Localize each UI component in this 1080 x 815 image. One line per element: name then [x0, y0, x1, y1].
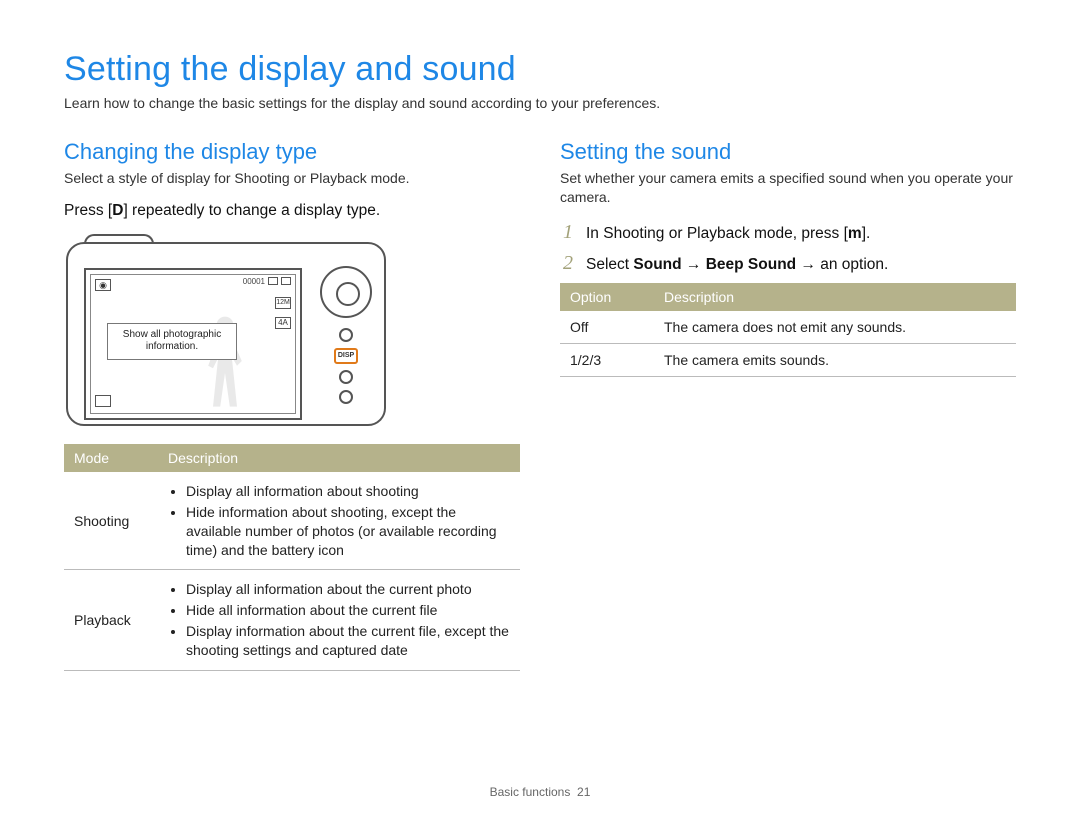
- camera-counter: 00001: [243, 277, 265, 286]
- camera-body: ◉ 00001 12M 4A: [66, 242, 386, 426]
- step-key: m: [848, 225, 862, 242]
- left-column: Changing the display type Select a style…: [64, 139, 520, 671]
- cell-option: Off: [560, 311, 654, 344]
- content-columns: Changing the display type Select a style…: [64, 139, 1016, 671]
- camera-buttons: DISP: [320, 328, 372, 424]
- footer-section: Basic functions: [490, 785, 571, 799]
- cell-desc: Display all information about the curren…: [158, 570, 520, 671]
- section-desc-sound: Set whether your camera emits a specifie…: [560, 169, 1016, 207]
- header-mode: Mode: [64, 444, 158, 472]
- flash-badge: 4A: [275, 317, 291, 329]
- instruction-suffix: ] repeatedly to change a display type.: [123, 202, 380, 219]
- section-heading-sound: Setting the sound: [560, 139, 1016, 165]
- tooltip-line1: Show all photographic: [123, 329, 221, 340]
- battery-icon: [281, 277, 291, 285]
- resolution-badge: 12M: [275, 297, 291, 309]
- cell-mode: Shooting: [64, 472, 158, 570]
- list-item: Display all information about the curren…: [186, 580, 510, 599]
- step-prefix: In Shooting or Playback mode, press [: [586, 225, 848, 242]
- list-item: Display information about the current fi…: [186, 622, 510, 660]
- cell-desc: Display all information about shooting H…: [158, 472, 520, 570]
- table-row: Playback Display all information about t…: [64, 570, 520, 671]
- step-suffix: an option.: [816, 256, 888, 273]
- cell-mode: Playback: [64, 570, 158, 671]
- header-option: Option: [560, 283, 654, 311]
- step-suffix: ].: [862, 225, 871, 242]
- step-text: Select Sound → Beep Sound → an option.: [586, 256, 888, 274]
- bullet-list: Display all information about shooting H…: [168, 482, 510, 560]
- memory-icon: [268, 277, 278, 285]
- page-footer: Basic functions 21: [0, 785, 1080, 799]
- camera-dpad: [320, 266, 372, 318]
- step-2: 2 Select Sound → Beep Sound → an option.: [560, 252, 1016, 275]
- list-item: Display all information about shooting: [186, 482, 510, 501]
- camera-mode-icon: ◉: [95, 279, 111, 291]
- list-item: Hide all information about the current f…: [186, 601, 510, 620]
- cell-desc: The camera does not emit any sounds.: [654, 311, 1016, 344]
- step-1: 1 In Shooting or Playback mode, press [m…: [560, 221, 1016, 244]
- section-heading-display: Changing the display type: [64, 139, 520, 165]
- step-number: 2: [560, 252, 576, 275]
- header-description: Description: [158, 444, 520, 472]
- step-text: In Shooting or Playback mode, press [m].: [586, 225, 870, 243]
- instruction-key: D: [112, 202, 123, 219]
- manual-page: Setting the display and sound Learn how …: [0, 0, 1080, 815]
- lcd-tooltip: Show all photographic information.: [107, 323, 237, 360]
- step-prefix: Select: [586, 256, 633, 273]
- camera-lcd: ◉ 00001 12M 4A: [84, 268, 302, 420]
- footer-page: 21: [577, 785, 590, 799]
- page-title: Setting the display and sound: [64, 50, 1016, 89]
- camera-lcd-inner: ◉ 00001 12M 4A: [90, 274, 296, 414]
- camera-round-button-2: [339, 370, 353, 384]
- header-description: Description: [654, 283, 1016, 311]
- table-row: Off The camera does not emit any sounds.: [560, 311, 1016, 344]
- table-row: Shooting Display all information about s…: [64, 472, 520, 570]
- list-item: Hide information about shooting, except …: [186, 503, 510, 560]
- instruction-prefix: Press [: [64, 202, 112, 219]
- disp-button: DISP: [334, 348, 358, 364]
- cell-desc: The camera emits sounds.: [654, 343, 1016, 376]
- camera-round-button-1: [339, 328, 353, 342]
- camera-illustration: ◉ 00001 12M 4A: [66, 234, 386, 426]
- sound-option-table: Option Description Off The camera does n…: [560, 283, 1016, 377]
- camera-bl-icon: [95, 395, 111, 407]
- step-number: 1: [560, 221, 576, 244]
- camera-round-button-3: [339, 390, 353, 404]
- step-path: Sound → Beep Sound →: [633, 256, 816, 273]
- dpad-center: [336, 282, 360, 306]
- table-header-row: Option Description: [560, 283, 1016, 311]
- table-row: 1/2/3 The camera emits sounds.: [560, 343, 1016, 376]
- page-intro: Learn how to change the basic settings f…: [64, 95, 1016, 111]
- camera-status-bar: 00001: [243, 277, 291, 286]
- section-desc-display: Select a style of display for Shooting o…: [64, 169, 520, 188]
- bullet-list: Display all information about the curren…: [168, 580, 510, 660]
- table-header-row: Mode Description: [64, 444, 520, 472]
- right-column: Setting the sound Set whether your camer…: [560, 139, 1016, 671]
- tooltip-line2: information.: [146, 341, 198, 352]
- display-instruction: Press [D] repeatedly to change a display…: [64, 202, 520, 220]
- cell-option: 1/2/3: [560, 343, 654, 376]
- display-mode-table: Mode Description Shooting Display all in…: [64, 444, 520, 671]
